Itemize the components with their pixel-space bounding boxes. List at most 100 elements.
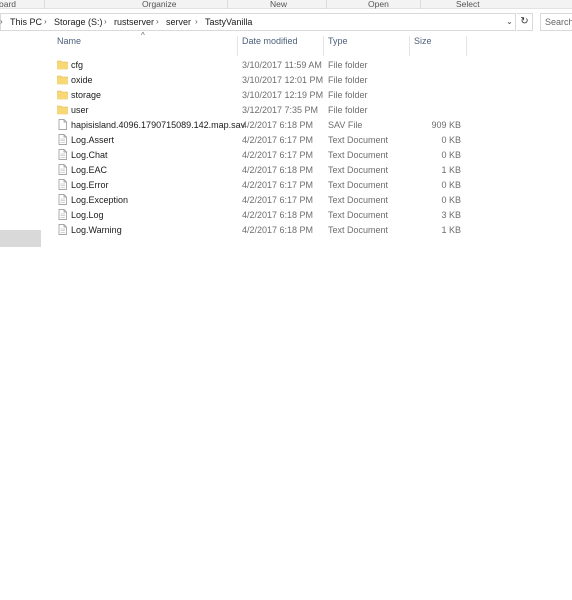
file-name: cfg <box>71 60 84 70</box>
file-type: SAV File <box>328 120 363 130</box>
file-date-modified: 4/2/2017 6:18 PM <box>242 210 314 220</box>
file-date-modified: 4/2/2017 6:17 PM <box>242 135 314 145</box>
file-type: Text Document <box>328 165 389 175</box>
file-type: Text Document <box>328 195 389 205</box>
column-header-date-modified[interactable]: Date modified <box>242 36 298 46</box>
file-type: Text Document <box>328 180 389 190</box>
address-bar-row: › This PC › Storage (S:) › rustserver › … <box>0 12 572 32</box>
sort-ascending-icon: ^ <box>141 31 145 40</box>
file-row[interactable]: cfg 3/10/2017 11:59 AM File folder <box>0 58 572 73</box>
ribbon-group-labels: oard Organize New Open Select <box>0 0 572 9</box>
file-type: Text Document <box>328 150 389 160</box>
file-type: Text Document <box>328 135 389 145</box>
text-file-icon <box>57 134 68 145</box>
column-header-type[interactable]: Type <box>328 36 348 46</box>
file-row[interactable]: hapisisland.4096.1790715089.142.map.sav 4… <box>0 118 572 133</box>
column-divider[interactable] <box>466 36 467 56</box>
folder-icon <box>57 59 68 70</box>
breadcrumb-server[interactable]: server <box>166 17 191 27</box>
file-date-modified: 3/12/2017 7:35 PM <box>242 105 319 115</box>
file-type: File folder <box>328 105 368 115</box>
file-date-modified: 4/2/2017 6:17 PM <box>242 180 314 190</box>
file-name: Log.Exception <box>71 195 129 205</box>
ribbon-label-organize: Organize <box>142 0 177 9</box>
ribbon-label-open: Open <box>368 0 389 9</box>
file-name: hapisisland.4096.1790715089.142.map.sav <box>71 120 246 130</box>
ribbon-divider <box>326 0 327 9</box>
breadcrumb-rustserver[interactable]: rustserver <box>114 17 154 27</box>
text-file-icon <box>57 179 68 190</box>
ribbon-label-clipboard: oard <box>0 0 17 9</box>
ribbon-divider <box>420 0 421 9</box>
file-date-modified: 3/10/2017 12:19 PM <box>242 90 324 100</box>
file-name: user <box>71 105 89 115</box>
file-name: Log.EAC <box>71 165 108 175</box>
file-type: File folder <box>328 90 368 100</box>
file-type: Text Document <box>328 210 389 220</box>
file-date-modified: 3/10/2017 11:59 AM <box>242 60 322 70</box>
file-row[interactable]: Log.Log 4/2/2017 6:18 PM Text Document 3 KB <box>0 208 572 223</box>
breadcrumb-separator[interactable]: › <box>104 17 107 26</box>
text-file-icon <box>57 194 68 205</box>
file-row[interactable]: user 3/12/2017 7:35 PM File folder <box>0 103 572 118</box>
file-size: 0 KB <box>441 180 461 190</box>
file-row[interactable]: Log.Chat 4/2/2017 6:17 PM Text Document 0 K… <box>0 148 572 163</box>
search-box[interactable] <box>540 13 572 31</box>
search-input[interactable] <box>541 14 572 30</box>
file-row[interactable]: Log.Error 4/2/2017 6:17 PM Text Document 0 … <box>0 178 572 193</box>
text-file-icon <box>57 224 68 235</box>
file-size: 1 KB <box>441 225 461 235</box>
file-row[interactable]: storage 3/10/2017 12:19 PM File folder <box>0 88 572 103</box>
file-date-modified: 4/2/2017 6:17 PM <box>242 150 314 160</box>
ribbon-label-select: Select <box>456 0 480 9</box>
file-row[interactable]: Log.EAC 4/2/2017 6:18 PM Text Document 1 KB <box>0 163 572 178</box>
file-row[interactable]: oxide 3/10/2017 12:01 PM File folder <box>0 73 572 88</box>
file-row[interactable]: Log.Exception 4/2/2017 6:17 PM Text Docume… <box>0 193 572 208</box>
file-type: File folder <box>328 75 368 85</box>
breadcrumb-tastyvanilla[interactable]: TastyVanilla <box>205 17 252 27</box>
folder-icon <box>57 74 68 85</box>
file-row[interactable]: Log.Warning 4/2/2017 6:18 PM Text Document… <box>0 223 572 238</box>
column-divider[interactable] <box>409 36 410 56</box>
file-type: File folder <box>328 60 368 70</box>
breadcrumb-separator[interactable]: › <box>44 17 47 26</box>
file-icon <box>57 119 68 130</box>
column-divider[interactable] <box>323 36 324 56</box>
file-size: 0 KB <box>441 135 461 145</box>
breadcrumb-storage[interactable]: Storage (S:) <box>54 17 103 27</box>
file-name: Log.Log <box>71 210 104 220</box>
refresh-icon[interactable]: ↻ <box>517 13 533 31</box>
file-date-modified: 4/2/2017 6:17 PM <box>242 195 314 205</box>
column-divider[interactable] <box>237 36 238 56</box>
column-header-name[interactable]: Name <box>57 36 81 46</box>
file-date-modified: 4/2/2017 6:18 PM <box>242 225 314 235</box>
breadcrumb-separator[interactable]: › <box>0 17 3 26</box>
file-size: 0 KB <box>441 150 461 160</box>
column-header-size[interactable]: Size <box>414 36 432 46</box>
file-size: 909 KB <box>431 120 461 130</box>
file-name: storage <box>71 90 102 100</box>
ribbon-divider <box>44 0 45 9</box>
file-row[interactable]: Log.Assert 4/2/2017 6:17 PM Text Document 0… <box>0 133 572 148</box>
breadcrumb-separator[interactable]: › <box>195 17 198 26</box>
file-date-modified: 3/10/2017 12:01 PM <box>242 75 324 85</box>
text-file-icon <box>57 209 68 220</box>
file-type: Text Document <box>328 225 389 235</box>
ribbon-divider <box>227 0 228 9</box>
breadcrumb-this-pc[interactable]: This PC <box>10 17 42 27</box>
folder-icon <box>57 89 68 100</box>
file-list: cfg 3/10/2017 11:59 AM File folder oxide 3/1… <box>0 58 572 238</box>
file-size: 3 KB <box>441 210 461 220</box>
file-name: Log.Warning <box>71 225 122 235</box>
file-name: Log.Assert <box>71 135 115 145</box>
ribbon-label-new: New <box>270 0 288 9</box>
address-dropdown-icon[interactable]: ⌄ <box>506 17 513 26</box>
text-file-icon <box>57 149 68 160</box>
file-name: Log.Error <box>71 180 109 190</box>
breadcrumb-separator[interactable]: › <box>156 17 159 26</box>
address-bar[interactable]: › This PC › Storage (S:) › rustserver › … <box>0 13 516 31</box>
file-name: Log.Chat <box>71 150 108 160</box>
file-name: oxide <box>71 75 93 85</box>
text-file-icon <box>57 164 68 175</box>
file-date-modified: 4/2/2017 6:18 PM <box>242 165 314 175</box>
